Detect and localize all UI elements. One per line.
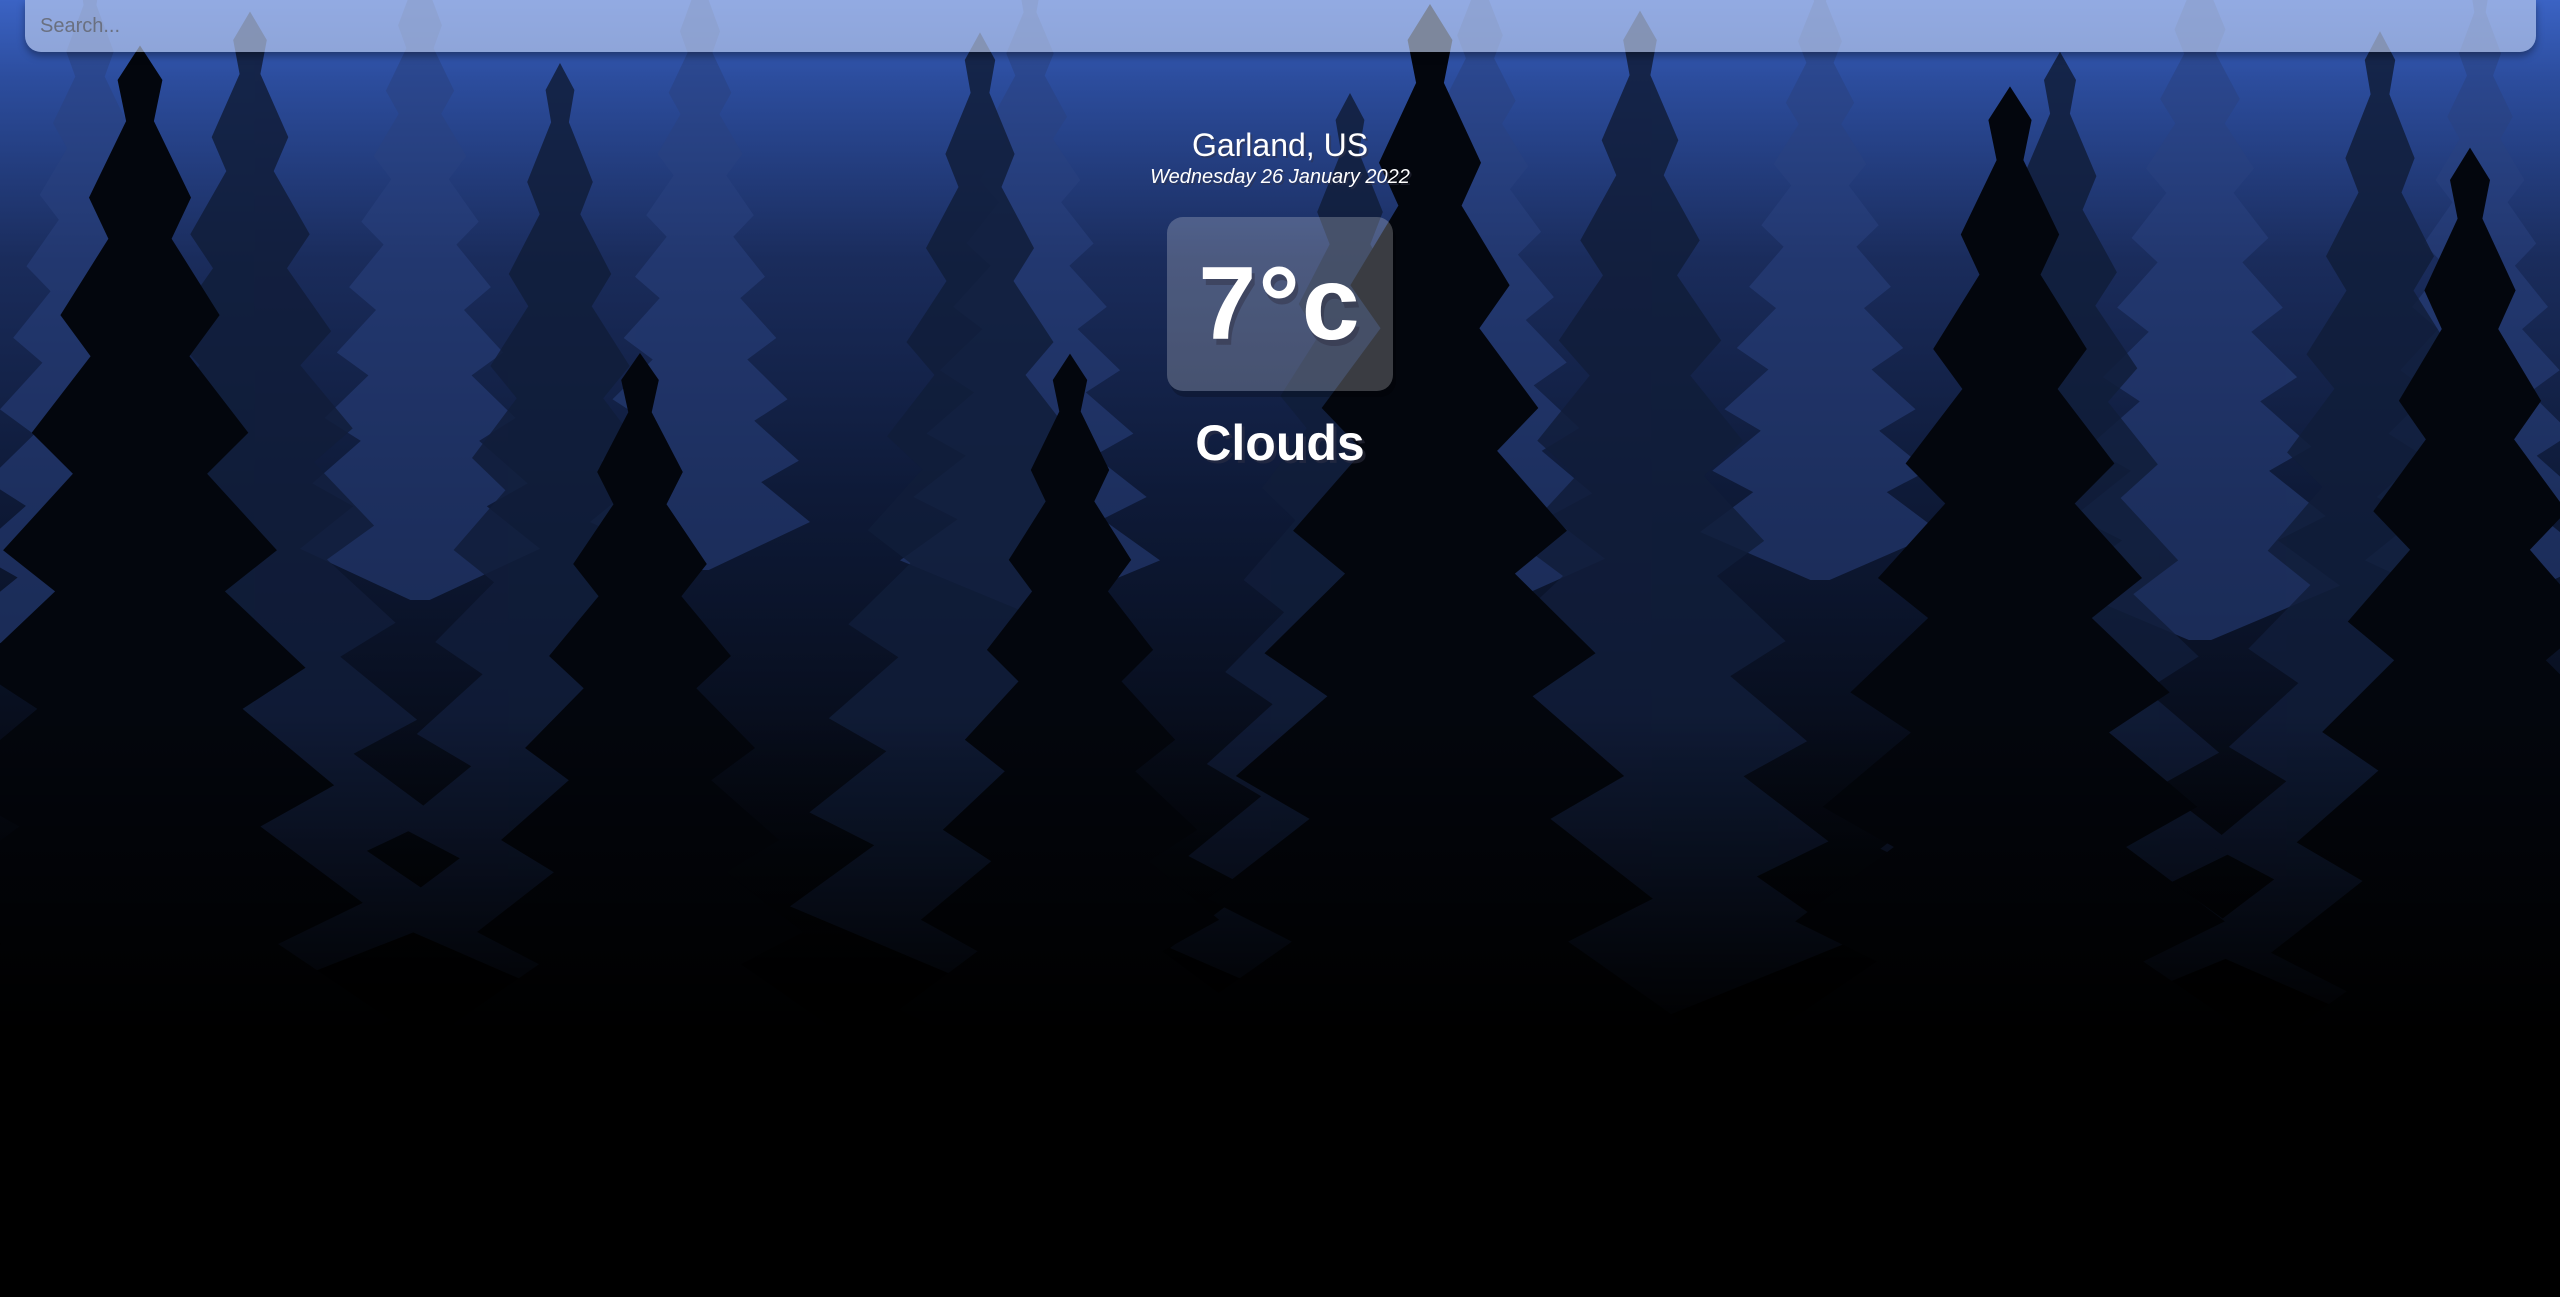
location-box: Garland, US Wednesday 26 January 2022 (0, 125, 2560, 189)
current-date: Wednesday 26 January 2022 (1150, 166, 1410, 188)
search-box (25, 0, 2536, 52)
weather-app: Garland, US Wednesday 26 January 2022 7°… (0, 0, 2560, 1297)
forest-background (0, 0, 2560, 1297)
location-name: Garland, US (1191, 127, 1369, 163)
weather-box: 7°c Clouds (0, 217, 2560, 471)
search-input[interactable] (25, 0, 2536, 52)
temperature-display: 7°c (1167, 217, 1393, 391)
weather-condition: Clouds (1195, 415, 1365, 471)
